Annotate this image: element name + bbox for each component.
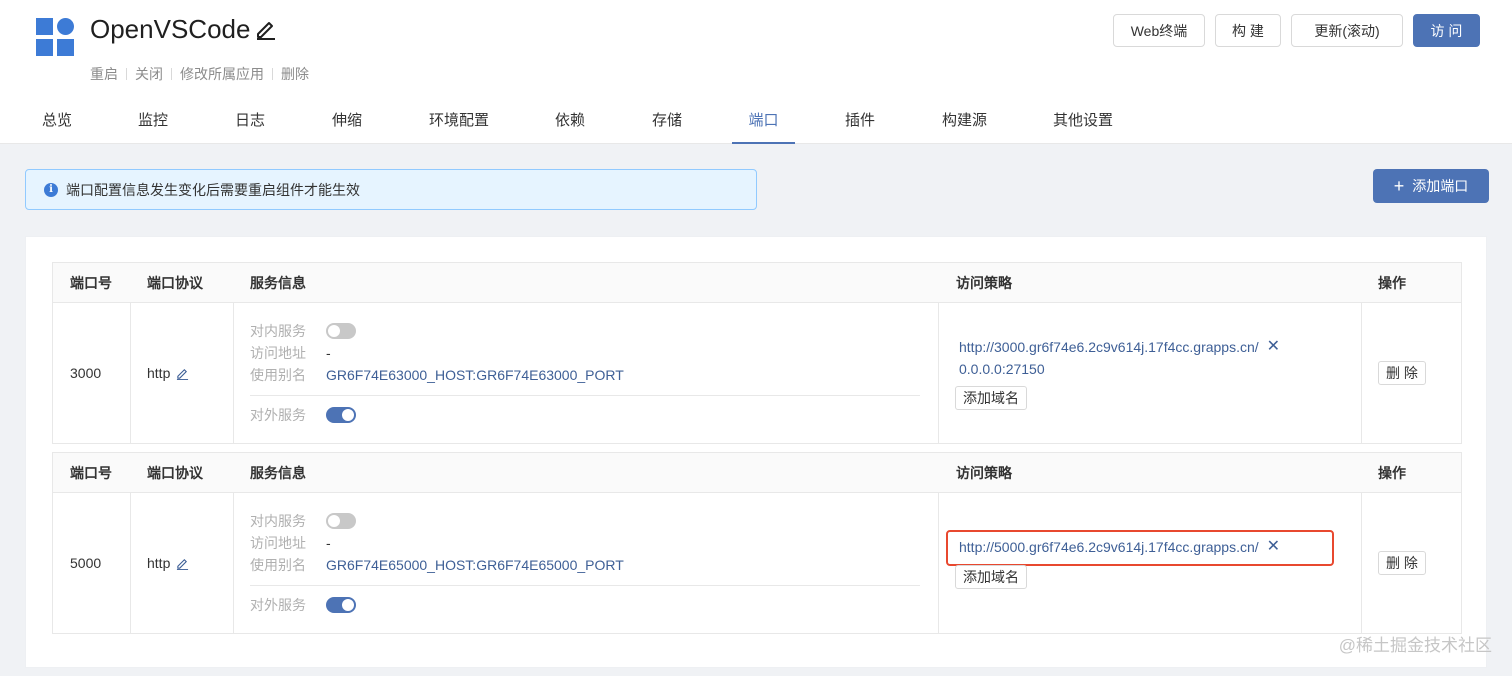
alias-value[interactable]: GR6F74E65000_HOST:GR6F74E65000_PORT	[326, 557, 624, 573]
remove-url-icon[interactable]: ✕	[1267, 539, 1280, 555]
port-number: 5000	[70, 555, 102, 571]
tab-overview[interactable]: 总览	[42, 100, 72, 144]
internal-service-toggle[interactable]	[326, 323, 356, 339]
access-policy: http://3000.gr6f74e6.2c9v614j.17f4cc.gra…	[955, 303, 1357, 443]
header-access: 访问策略	[956, 465, 1012, 481]
action-divider	[171, 68, 172, 80]
tab-storage[interactable]: 存储	[652, 100, 682, 144]
address-value: -	[326, 535, 331, 551]
remove-url-icon[interactable]: ✕	[1267, 339, 1280, 355]
protocol-value: http	[147, 365, 171, 381]
restart-notice: i 端口配置信息发生变化后需要重启组件才能生效	[25, 169, 757, 210]
alias-label: 使用别名	[250, 367, 306, 383]
header-protocol: 端口协议	[147, 275, 203, 291]
web-terminal-button[interactable]: Web终端	[1113, 14, 1205, 47]
delete-port-button[interactable]: 删 除	[1378, 361, 1426, 385]
add-port-button[interactable]: + 添加端口	[1373, 169, 1489, 203]
divider	[250, 585, 920, 586]
header-service: 服务信息	[250, 465, 306, 481]
close-link[interactable]: 关闭	[135, 64, 163, 84]
port-table-5000: 端口号 端口协议 服务信息 访问策略 操作 5000 http 对内服务 访问地…	[52, 452, 1462, 634]
header-ops: 操作	[1378, 275, 1406, 291]
header-protocol: 端口协议	[147, 465, 203, 481]
tab-other-settings[interactable]: 其他设置	[1053, 100, 1113, 144]
ip-address: 0.0.0.0:27150	[959, 361, 1045, 377]
tab-plugins[interactable]: 插件	[845, 100, 875, 144]
address-label: 访问地址	[250, 345, 306, 361]
service-info: 对内服务 访问地址 - 使用别名 GR6F74E63000_HOST:GR6F7…	[250, 303, 920, 443]
app-logo-icon	[36, 18, 74, 56]
tab-monitor[interactable]: 监控	[138, 100, 168, 144]
add-domain-button[interactable]: 添加域名	[955, 386, 1027, 410]
tab-bar: 总览 监控 日志 伸缩 环境配置 依赖 存储 端口 插件 构建源 其他设置	[0, 100, 1512, 144]
delete-link[interactable]: 删除	[281, 64, 309, 84]
access-policy: http://5000.gr6f74e6.2c9v614j.17f4cc.gra…	[946, 493, 1357, 633]
modify-app-link[interactable]: 修改所属应用	[180, 64, 264, 84]
restart-link[interactable]: 重启	[90, 64, 118, 84]
header-port: 端口号	[70, 275, 112, 291]
access-url[interactable]: http://3000.gr6f74e6.2c9v614j.17f4cc.gra…	[959, 339, 1259, 355]
address-label: 访问地址	[250, 535, 306, 551]
alias-label: 使用别名	[250, 557, 306, 573]
tab-env-config[interactable]: 环境配置	[429, 100, 489, 144]
table-header: 端口号 端口协议 服务信息 访问策略 操作	[53, 263, 1461, 303]
address-value: -	[326, 345, 331, 361]
port-number: 3000	[70, 365, 102, 381]
internal-service-toggle[interactable]	[326, 513, 356, 529]
header-access: 访问策略	[956, 275, 1012, 291]
plus-icon: +	[1393, 176, 1405, 196]
action-divider	[272, 68, 273, 80]
table-header: 端口号 端口协议 服务信息 访问策略 操作	[53, 453, 1461, 493]
header-service: 服务信息	[250, 275, 306, 291]
delete-port-button[interactable]: 删 除	[1378, 551, 1426, 575]
edit-protocol-icon[interactable]	[176, 367, 189, 380]
app-actions: 重启 关闭 修改所属应用 删除	[90, 64, 309, 84]
action-divider	[126, 68, 127, 80]
info-icon: i	[44, 182, 58, 197]
table-row: 5000 http 对内服务 访问地址 - 使用别名 GR6F74E65000_…	[53, 493, 1461, 633]
tab-dependency[interactable]: 依赖	[555, 100, 585, 144]
external-service-toggle[interactable]	[326, 597, 356, 613]
add-port-label: 添加端口	[1412, 178, 1469, 194]
protocol-cell: http	[147, 493, 189, 633]
table-row: 3000 http 对内服务 访问地址 - 使用别名 GR6F74E63000_…	[53, 303, 1461, 443]
port-table-3000: 端口号 端口协议 服务信息 访问策略 操作 3000 http 对内服务 访问地…	[52, 262, 1462, 444]
notice-text: 端口配置信息发生变化后需要重启组件才能生效	[66, 181, 360, 198]
app-header: OpenVSCode 重启 关闭 修改所属应用 删除 Web终端 构 建 更新(…	[0, 0, 1512, 144]
edit-protocol-icon[interactable]	[176, 557, 189, 570]
access-url[interactable]: http://5000.gr6f74e6.2c9v614j.17f4cc.gra…	[959, 539, 1259, 555]
top-buttons: Web终端 构 建 更新(滚动) 访 问	[1113, 14, 1480, 47]
tab-scaling[interactable]: 伸缩	[332, 100, 362, 144]
add-domain-button[interactable]: 添加域名	[955, 565, 1027, 589]
app-title: OpenVSCode	[90, 12, 278, 46]
external-service-toggle[interactable]	[326, 407, 356, 423]
tab-ports[interactable]: 端口	[732, 100, 795, 144]
protocol-cell: http	[147, 303, 189, 443]
external-service-label: 对外服务	[250, 407, 306, 423]
app-title-text: OpenVSCode	[90, 13, 251, 44]
divider	[250, 395, 920, 396]
watermark: @稀土掘金技术社区	[1338, 636, 1492, 655]
alias-value[interactable]: GR6F74E63000_HOST:GR6F74E63000_PORT	[326, 367, 624, 383]
edit-title-icon[interactable]	[254, 17, 278, 41]
external-service-label: 对外服务	[250, 597, 306, 613]
visit-button[interactable]: 访 问	[1413, 14, 1480, 47]
service-info: 对内服务 访问地址 - 使用别名 GR6F74E65000_HOST:GR6F7…	[250, 493, 920, 633]
internal-service-label: 对内服务	[250, 323, 306, 339]
tab-logs[interactable]: 日志	[235, 100, 265, 144]
protocol-value: http	[147, 555, 171, 571]
header-port: 端口号	[70, 465, 112, 481]
internal-service-label: 对内服务	[250, 513, 306, 529]
header-ops: 操作	[1378, 465, 1406, 481]
rolling-update-button[interactable]: 更新(滚动)	[1291, 14, 1403, 47]
build-button[interactable]: 构 建	[1215, 14, 1281, 47]
tab-build-source[interactable]: 构建源	[942, 100, 987, 144]
